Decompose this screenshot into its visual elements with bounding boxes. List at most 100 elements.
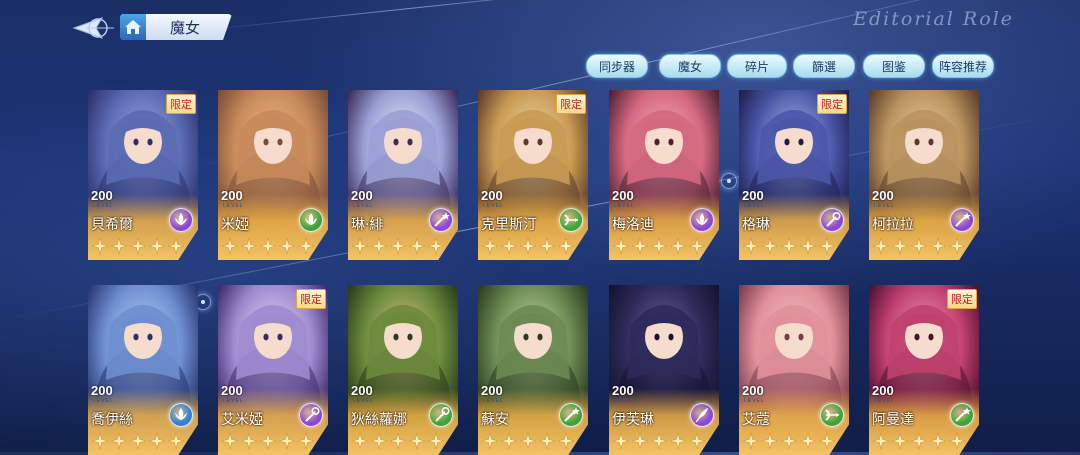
star-icon xyxy=(818,432,836,450)
staff-icon xyxy=(299,403,323,427)
star-rating xyxy=(481,237,575,255)
star-icon xyxy=(408,237,426,255)
limited-badge: 限定 xyxy=(296,289,326,309)
star-rating xyxy=(91,432,185,450)
fragments-button[interactable]: 碎片 xyxy=(727,54,787,78)
star-icon xyxy=(929,237,947,255)
back-arrow-icon xyxy=(72,17,114,39)
star-icon xyxy=(259,237,277,255)
star-rating xyxy=(481,432,575,450)
witch-tab[interactable]: 魔女 xyxy=(659,54,721,78)
character-level: 200 xyxy=(481,383,503,398)
character-card[interactable]: 200 LEVEL 琳·緋 xyxy=(348,90,458,260)
star-icon xyxy=(929,432,947,450)
character-card[interactable]: 限定 200 LEVEL 克里斯汀 xyxy=(478,90,588,260)
character-card[interactable]: 限定 200 LEVEL 阿曼達 xyxy=(869,285,979,455)
character-card[interactable]: 200 LEVEL 米婭 xyxy=(218,90,328,260)
star-rating xyxy=(91,237,185,255)
sync-button[interactable]: 同步器 xyxy=(586,54,648,78)
star-icon xyxy=(481,237,499,255)
star-icon xyxy=(370,432,388,450)
filter-bar: 同步器 魔女 碎片 篩選 图鉴 阵容推荐 xyxy=(0,54,1080,78)
star-icon xyxy=(110,237,128,255)
level-caption: LEVEL xyxy=(483,203,504,209)
character-card[interactable]: 200 LEVEL 狄絲蘿娜 xyxy=(348,285,458,455)
back-button[interactable] xyxy=(72,14,116,42)
character-card[interactable]: 限定 200 LEVEL 艾米婭 xyxy=(218,285,328,455)
star-icon xyxy=(278,237,296,255)
star-icon xyxy=(351,237,369,255)
team-recommend-button[interactable]: 阵容推荐 xyxy=(932,54,994,78)
filter-button[interactable]: 篩選 xyxy=(793,54,855,78)
codex-button[interactable]: 图鉴 xyxy=(863,54,925,78)
quill-icon xyxy=(690,403,714,427)
character-card[interactable]: 200 LEVEL 喬伊絲 xyxy=(88,285,198,455)
wand-icon xyxy=(429,208,453,232)
character-name: 格琳 xyxy=(742,217,770,233)
character-name: 喬伊絲 xyxy=(91,412,133,428)
home-icon[interactable] xyxy=(120,14,146,40)
star-icon xyxy=(818,237,836,255)
star-icon xyxy=(650,432,668,450)
lotus-icon xyxy=(169,208,193,232)
level-caption: LEVEL xyxy=(744,203,765,209)
star-icon xyxy=(240,432,258,450)
star-icon xyxy=(742,237,760,255)
staff-icon xyxy=(429,403,453,427)
light-streak xyxy=(199,0,618,31)
star-icon xyxy=(557,432,575,450)
character-card[interactable]: 200 LEVEL 梅洛迪 xyxy=(609,90,719,260)
character-name: 貝希爾 xyxy=(91,217,133,233)
bow-icon xyxy=(820,403,844,427)
star-icon xyxy=(761,432,779,450)
character-card[interactable]: 200 LEVEL 柯拉拉 xyxy=(869,90,979,260)
star-icon xyxy=(669,237,687,255)
star-icon xyxy=(297,237,315,255)
character-card[interactable]: 限定 200 LEVEL 貝希爾 xyxy=(88,90,198,260)
character-name: 阿曼達 xyxy=(872,412,914,428)
character-level: 200 xyxy=(612,188,634,203)
lotus-icon xyxy=(169,403,193,427)
star-icon xyxy=(278,432,296,450)
star-icon xyxy=(780,237,798,255)
star-icon xyxy=(500,432,518,450)
character-name: 狄絲蘿娜 xyxy=(351,412,407,428)
lotus-icon xyxy=(299,208,323,232)
character-name: 柯拉拉 xyxy=(872,217,914,233)
star-icon xyxy=(500,237,518,255)
wand-icon xyxy=(950,403,974,427)
character-card[interactable]: 200 LEVEL 伊芙琳 xyxy=(609,285,719,455)
star-icon xyxy=(538,432,556,450)
level-caption: LEVEL xyxy=(93,203,114,209)
character-level: 200 xyxy=(742,188,764,203)
star-icon xyxy=(297,432,315,450)
level-caption: LEVEL xyxy=(874,203,895,209)
star-icon xyxy=(948,432,966,450)
sparkle-orb xyxy=(721,173,737,189)
star-icon xyxy=(650,237,668,255)
star-icon xyxy=(910,237,928,255)
star-icon xyxy=(780,432,798,450)
star-icon xyxy=(612,237,630,255)
star-icon xyxy=(481,432,499,450)
star-icon xyxy=(129,432,147,450)
star-icon xyxy=(891,432,909,450)
level-caption: LEVEL xyxy=(614,203,635,209)
breadcrumb: 魔女 xyxy=(120,14,232,40)
level-caption: LEVEL xyxy=(614,398,635,404)
level-caption: LEVEL xyxy=(483,398,504,404)
star-icon xyxy=(631,237,649,255)
character-card[interactable]: 限定 200 LEVEL 格琳 xyxy=(739,90,849,260)
character-card[interactable]: 200 LEVEL 艾蔻 xyxy=(739,285,849,455)
star-icon xyxy=(167,237,185,255)
star-rating xyxy=(742,237,836,255)
star-rating xyxy=(612,432,706,450)
editorial-role-watermark: Editorial Role xyxy=(853,8,1014,30)
character-card[interactable]: 200 LEVEL 蘇安 xyxy=(478,285,588,455)
star-icon xyxy=(519,432,537,450)
bow-icon xyxy=(559,208,583,232)
star-icon xyxy=(129,237,147,255)
limited-badge: 限定 xyxy=(817,94,847,114)
star-rating xyxy=(872,432,966,450)
character-name: 伊芙琳 xyxy=(612,412,654,428)
